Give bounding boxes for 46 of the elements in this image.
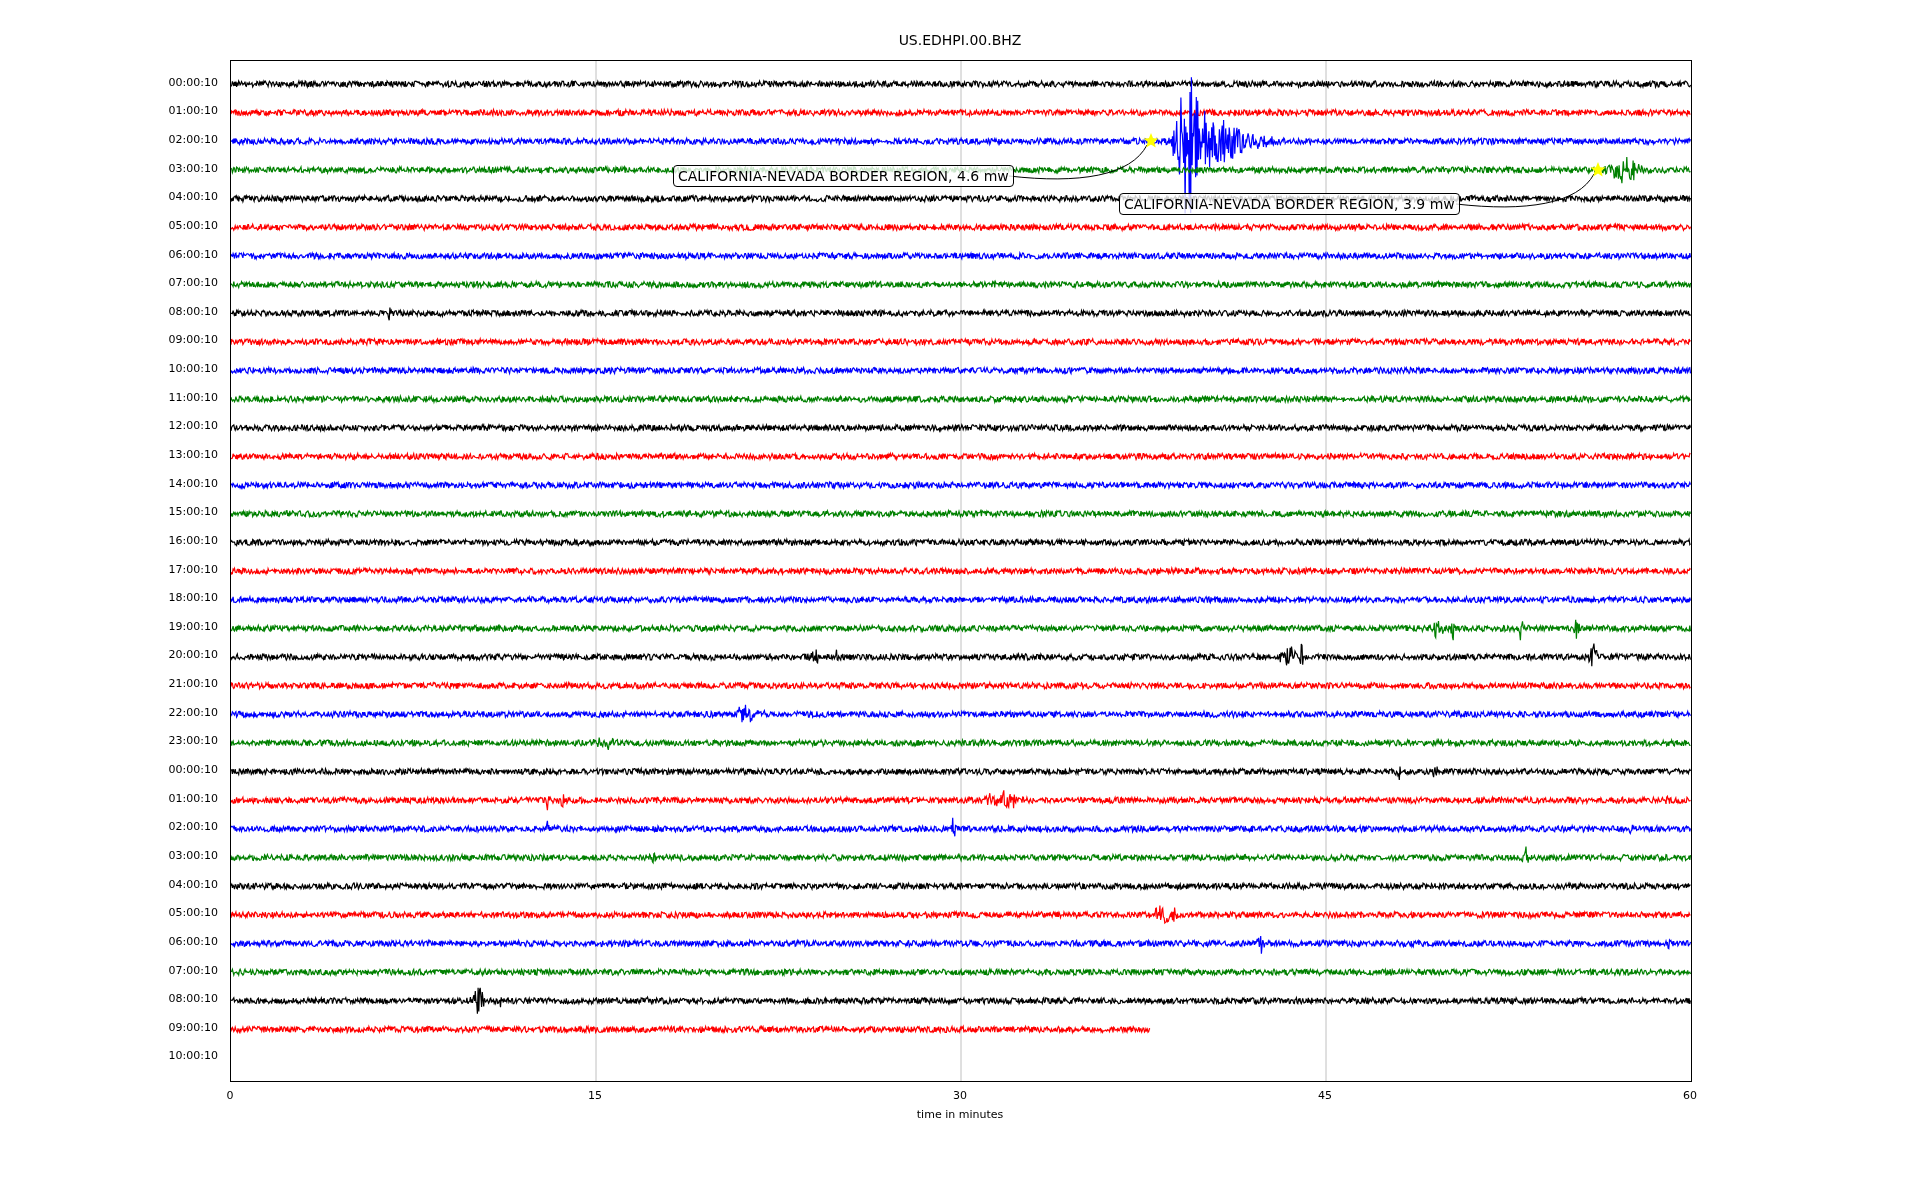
- time-label: 01:00:10: [168, 790, 218, 807]
- time-label: 03:00:10: [168, 160, 218, 177]
- event-annotation: CALIFORNIA-NEVADA BORDER REGION, 4.6 mw: [673, 165, 1014, 187]
- time-label: 18:00:10: [168, 590, 218, 607]
- time-label: 09:00:10: [168, 332, 218, 349]
- time-label: 14:00:10: [168, 475, 218, 492]
- axis-tick-label: 0: [226, 1089, 234, 1102]
- time-label: 19:00:10: [168, 618, 218, 635]
- event-annotation: CALIFORNIA-NEVADA BORDER REGION, 3.9 mw: [1119, 193, 1460, 215]
- time-label: 02:00:10: [168, 131, 218, 148]
- axis-label: time in minutes: [916, 1108, 1004, 1121]
- time-label: 13:00:10: [168, 447, 218, 463]
- time-label: 08:00:10: [168, 991, 218, 1008]
- time-label: 09:00:10: [168, 1019, 218, 1036]
- time-label: 00:00:10: [168, 74, 218, 91]
- axis-tick-label: 45: [1318, 1089, 1332, 1102]
- time-label: 06:00:10: [168, 246, 218, 263]
- chart-title: US.EDHPI.00.BHZ: [898, 31, 1022, 50]
- time-label: 12:00:10: [168, 418, 218, 435]
- time-label: 03:00:10: [168, 847, 218, 864]
- star-icon: [1143, 133, 1159, 148]
- time-label: 11:00:10: [168, 389, 218, 406]
- time-label: 23:00:10: [168, 733, 218, 750]
- time-label: 10:00:10: [168, 361, 218, 378]
- time-label: 21:00:10: [168, 676, 218, 693]
- star-icon: [1590, 162, 1606, 177]
- time-label: 20:00:10: [168, 647, 218, 664]
- time-label: 17:00:10: [168, 561, 218, 578]
- time-label: 22:00:10: [168, 704, 218, 721]
- time-label: 05:00:10: [168, 905, 218, 922]
- time-label: 04:00:10: [168, 876, 218, 893]
- time-label: 05:00:10: [168, 217, 218, 234]
- axis-tick-label: 30: [953, 1089, 967, 1102]
- time-label: 00:00:10: [168, 762, 218, 779]
- time-label: 06:00:10: [168, 933, 218, 950]
- time-label: 07:00:10: [168, 275, 218, 292]
- time-label: 10:00:10: [168, 1048, 218, 1065]
- time-label: 08:00:10: [168, 303, 218, 320]
- axis-tick-label: 15: [588, 1089, 602, 1102]
- time-label: 16:00:10: [168, 532, 218, 549]
- time-label: 01:00:10: [168, 103, 218, 120]
- time-label: 07:00:10: [168, 962, 218, 979]
- time-label: 04:00:10: [168, 189, 218, 206]
- axis-tick-label: 60: [1683, 1089, 1697, 1102]
- time-label: 15:00:10: [168, 504, 218, 521]
- time-label: 02:00:10: [168, 819, 218, 836]
